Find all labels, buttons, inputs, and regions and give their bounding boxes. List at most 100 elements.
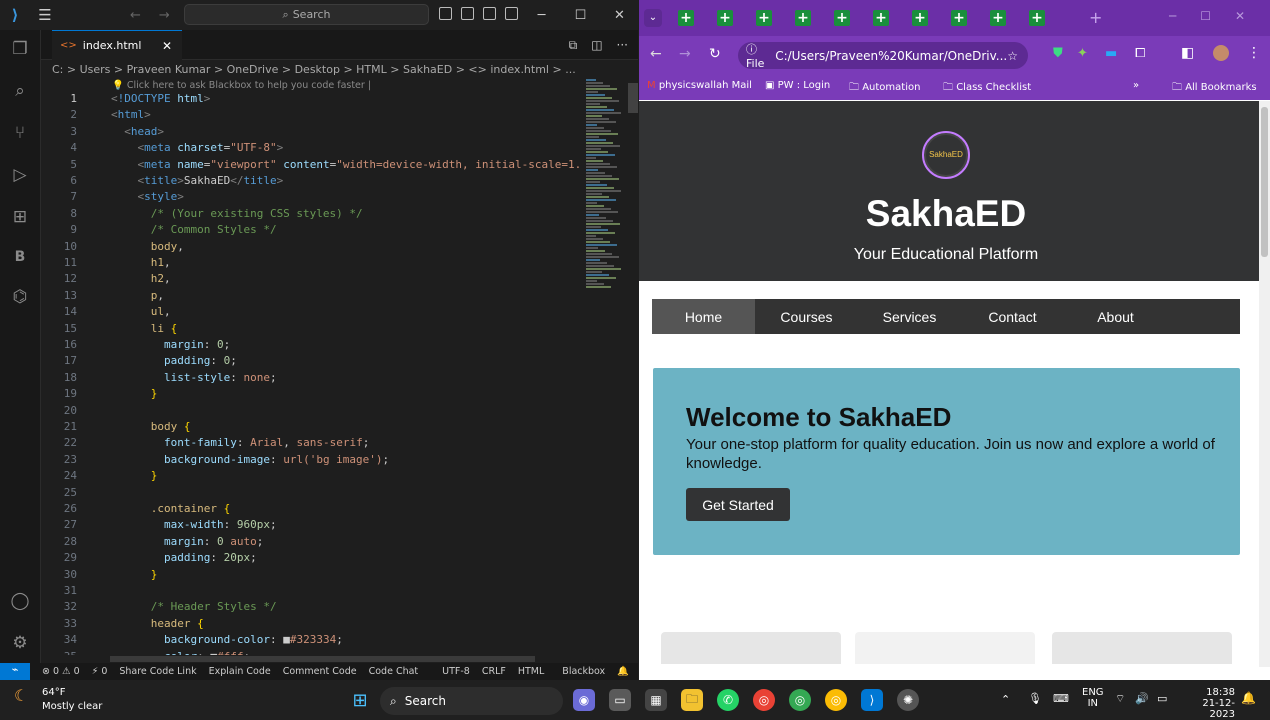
split-editor-icon[interactable]: ◫	[591, 38, 602, 53]
code-line[interactable]: 32 /* Header Styles */	[41, 600, 581, 616]
code-line[interactable]: 35 color: ■#fff;	[41, 650, 581, 655]
maximize-icon[interactable]: ☐	[1200, 9, 1211, 23]
bookmark-class-checklist[interactable]: 🗀 Class Checklist	[943, 80, 1031, 97]
tab-search-icon[interactable]: ⌄	[644, 9, 662, 27]
task-view-icon[interactable]: ▭	[609, 689, 631, 711]
code-chat[interactable]: Code Chat	[369, 666, 419, 677]
breadcrumb[interactable]: C: > Users > Praveen Kumar > OneDrive > …	[52, 63, 576, 76]
clock[interactable]: 18:38 21-12-2023	[1183, 687, 1235, 720]
sheets-tab-icon[interactable]: +	[873, 10, 889, 26]
get-started-button[interactable]: Get Started	[686, 488, 790, 521]
customize-layout-icon[interactable]	[505, 7, 518, 20]
nav-courses[interactable]: Courses	[755, 299, 858, 334]
weather-icon[interactable]: ☾	[14, 686, 28, 705]
whatsapp-icon[interactable]: ✆	[717, 689, 739, 711]
blackbox-icon[interactable]: B	[9, 246, 31, 268]
chrome-profile-icon[interactable]: ◎	[789, 689, 811, 711]
vscode-taskbar-icon[interactable]: ⟩	[861, 689, 883, 711]
code-line[interactable]: 20	[41, 404, 581, 420]
course-card[interactable]	[661, 632, 841, 664]
code-line[interactable]: 28 margin: 0 auto;	[41, 535, 581, 551]
code-line[interactable]: 16 margin: 0;	[41, 338, 581, 354]
side-panel-icon[interactable]: ◧	[1181, 45, 1194, 61]
chrome-icon[interactable]: ◎	[753, 689, 775, 711]
forward-arrow-icon[interactable]: →	[159, 8, 170, 23]
code-line[interactable]: 14 ul,	[41, 305, 581, 321]
sheets-tab-icon[interactable]: +	[795, 10, 811, 26]
taskbar-search[interactable]: ⌕ Search	[380, 687, 563, 715]
reload-icon[interactable]: ↻	[709, 46, 721, 62]
code-line[interactable]: 29 padding: 20px;	[41, 551, 581, 567]
minimize-icon[interactable]: ─	[1169, 9, 1176, 23]
store-icon[interactable]: ▦	[645, 689, 667, 711]
sheets-tab-icon[interactable]: +	[990, 10, 1006, 26]
remote-icon[interactable]: ⌁	[0, 663, 30, 680]
volume-icon[interactable]: 🔊	[1135, 692, 1149, 705]
minimize-icon[interactable]: ─	[522, 8, 561, 23]
toggle-secondary-sidebar-icon[interactable]	[483, 7, 496, 20]
nav-home[interactable]: Home	[652, 299, 755, 334]
bookmark-automation[interactable]: 🗀 Automation	[849, 80, 920, 97]
code-line[interactable]: 27 max-width: 960px;	[41, 518, 581, 534]
code-line[interactable]: 4 <meta charset="UTF-8">	[41, 141, 581, 157]
tab-index-html[interactable]: <> index.html ✕	[52, 30, 182, 60]
code-line[interactable]: 19 }	[41, 387, 581, 403]
sheets-tab-icon[interactable]: +	[756, 10, 772, 26]
extensions-icon[interactable]: ⊞	[9, 206, 31, 228]
weather-condition[interactable]: Mostly clear	[42, 701, 102, 712]
course-card[interactable]	[1052, 632, 1232, 664]
start-windows-icon[interactable]: ⊞	[349, 689, 371, 711]
toggle-sidebar-icon[interactable]	[439, 7, 452, 20]
nav-about[interactable]: About	[1064, 299, 1167, 334]
code-line[interactable]: 15 li {	[41, 322, 581, 338]
language-mode[interactable]: HTML	[518, 666, 544, 677]
file-explorer-icon[interactable]: 🗀	[681, 689, 703, 711]
open-preview-icon[interactable]: ⧉	[569, 38, 578, 53]
settings-gear-icon[interactable]: ⚙	[9, 632, 31, 654]
extension-green-icon[interactable]: ✦	[1077, 46, 1088, 61]
back-arrow-icon[interactable]: ←	[650, 46, 662, 62]
keyboard-icon[interactable]: ⌨	[1053, 692, 1069, 705]
sheets-tab-icon[interactable]: +	[717, 10, 733, 26]
code-line[interactable]: 2 <html>	[41, 108, 581, 124]
blackbox-hint[interactable]: 💡 Click here to ask Blackbox to help you…	[112, 80, 371, 91]
code-line[interactable]: 23 background-image: url('bg image');	[41, 453, 581, 469]
code-line[interactable]: 34 background-color: ■#323334;	[41, 633, 581, 649]
app-icon[interactable]: ✺	[897, 689, 919, 711]
notification-bell-icon[interactable]: 🔔	[1241, 691, 1256, 705]
forward-arrow-icon[interactable]: →	[679, 46, 691, 62]
blackbox-status[interactable]: Blackbox	[562, 666, 605, 677]
code-line[interactable]: 24 }	[41, 469, 581, 485]
code-line[interactable]: 12 h2,	[41, 272, 581, 288]
new-tab-icon[interactable]: +	[1089, 8, 1102, 27]
code-line[interactable]: 26 .container {	[41, 502, 581, 518]
encoding-indicator[interactable]: UTF-8	[442, 666, 470, 677]
source-control-icon[interactable]: ⑂	[9, 122, 31, 144]
code-line[interactable]: 33 header {	[41, 617, 581, 633]
microphone-icon[interactable]: 🎙	[1028, 692, 1042, 705]
menu-icon[interactable]: ☰	[30, 6, 60, 24]
nav-contact[interactable]: Contact	[961, 299, 1064, 334]
close-icon[interactable]: ✕	[1235, 9, 1245, 23]
close-tab-icon[interactable]: ✕	[162, 39, 172, 53]
bookmark-physicswallah[interactable]: M physicswallah Mail	[647, 80, 752, 91]
editor-scrollbar[interactable]	[628, 78, 638, 658]
code-line[interactable]: 21 body {	[41, 420, 581, 436]
bookmark-star-icon[interactable]: ☆	[1007, 49, 1018, 63]
code-line[interactable]: 17 padding: 0;	[41, 354, 581, 370]
all-bookmarks[interactable]: 🗀 All Bookmarks	[1172, 80, 1257, 97]
comment-code[interactable]: Comment Code	[283, 666, 357, 677]
wifi-icon[interactable]: ⌔	[1115, 692, 1125, 706]
explain-code[interactable]: Explain Code	[209, 666, 271, 677]
code-line[interactable]: 11 h1,	[41, 256, 581, 272]
url-text[interactable]: C:/Users/Praveen%20Kumar/OneDriv...	[775, 49, 1007, 63]
battery-icon[interactable]: ▭	[1157, 692, 1167, 705]
extension-blue-icon[interactable]: ▬	[1105, 46, 1117, 61]
code-editor[interactable]: 1 <!DOCTYPE html> 2 <html> 3 <head> 4 <meta c…	[41, 92, 581, 655]
weather-temp[interactable]: 64°F	[42, 687, 65, 698]
code-line[interactable]: 31	[41, 584, 581, 600]
share-code-link[interactable]: Share Code Link	[119, 666, 196, 677]
tray-chevron-icon[interactable]: ⌃	[1001, 693, 1010, 706]
code-line[interactable]: 13 p,	[41, 289, 581, 305]
chrome-menu-icon[interactable]: ⋮	[1247, 45, 1261, 61]
